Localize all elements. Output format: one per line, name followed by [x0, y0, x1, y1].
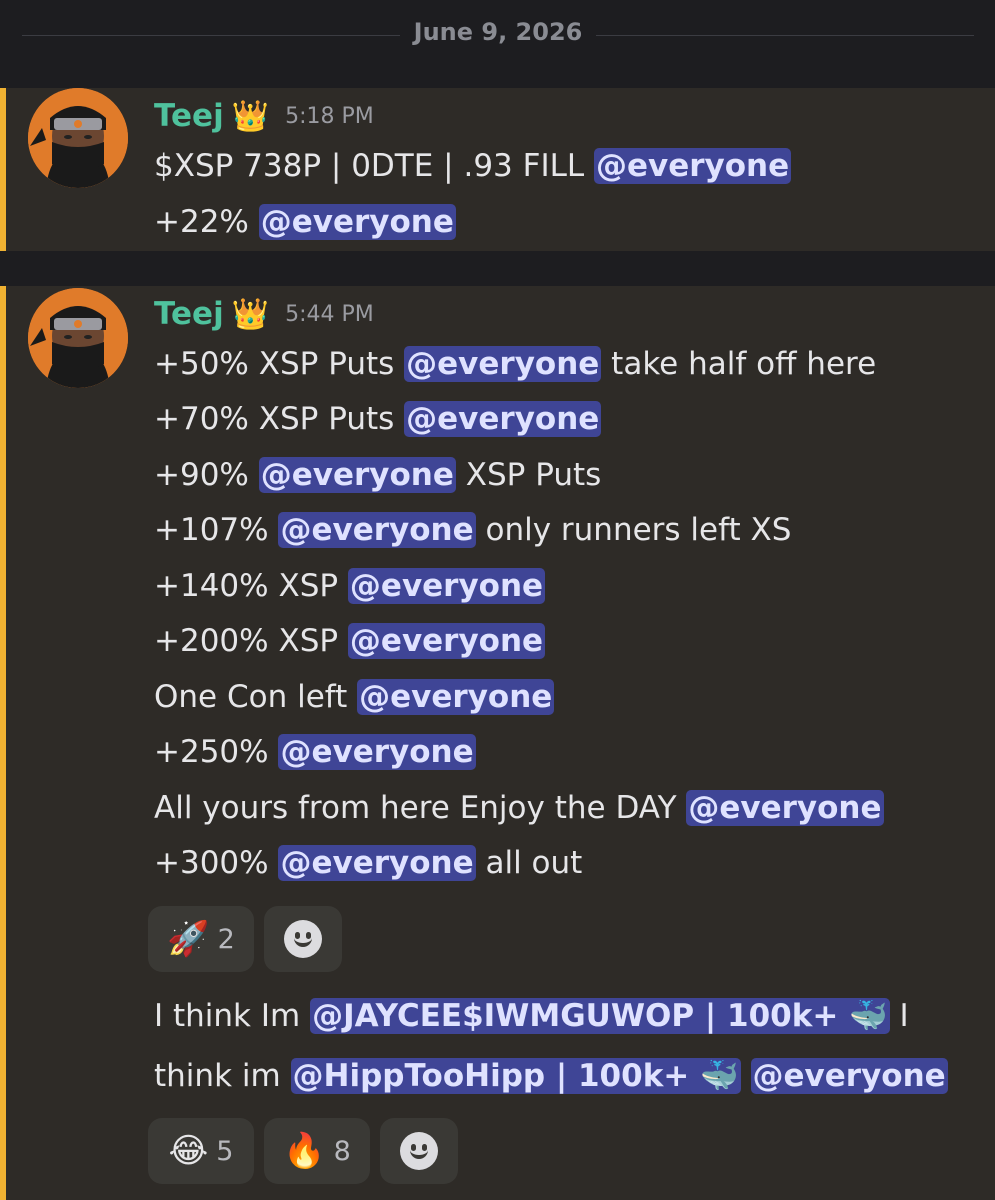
line-text: +90% — [154, 457, 259, 493]
message-line: +107% @everyone only runners left XS — [154, 510, 791, 550]
add-reaction-icon — [284, 920, 322, 958]
line-text: +50% XSP Puts — [154, 346, 405, 382]
message-line: +90% @everyone XSP Puts — [154, 455, 601, 495]
line-text: XSP Puts — [455, 457, 602, 493]
mention[interactable]: @everyone — [347, 623, 546, 659]
laughing-face-icon: 😂 — [168, 1131, 209, 1171]
mention[interactable]: @everyone — [347, 568, 546, 604]
divider-line-left — [22, 35, 400, 36]
line-text: +70% XSP Puts — [154, 401, 405, 437]
fire-icon: 🔥 — [283, 1131, 326, 1171]
reaction-fire[interactable]: 🔥 8 — [264, 1118, 370, 1184]
mention[interactable]: @everyone — [258, 204, 456, 240]
reaction-rocket[interactable]: 🚀 2 — [148, 906, 254, 972]
rocket-icon: 🚀 — [167, 919, 210, 959]
add-reaction-button[interactable] — [380, 1118, 458, 1184]
date-divider: June 9, 2026 — [0, 0, 995, 88]
message-2: Teej 👑 5:44 PM +50% XSP Puts @everyone t… — [0, 286, 995, 1200]
line-text: all out — [475, 845, 583, 881]
add-reaction-button[interactable] — [264, 906, 342, 972]
mention[interactable]: @everyone — [278, 845, 476, 881]
line-text: +22% — [154, 204, 259, 240]
line-text: take half off here — [601, 346, 877, 382]
message-line: +50% XSP Puts @everyone take half off he… — [154, 344, 876, 384]
mention[interactable]: @everyone — [278, 512, 476, 548]
message-1: Teej 👑 5:18 PM $XSP 738P | 0DTE | .93 FI… — [0, 88, 995, 251]
divider-line-right — [596, 35, 974, 36]
mention[interactable]: @everyone — [404, 401, 602, 437]
followup-line-1: I think Im @JAYCEE$IWMGUWOP | 100k+ 🐳 I — [154, 996, 909, 1036]
message-line: One Con left @everyone — [154, 677, 555, 717]
mention[interactable]: @everyone — [404, 346, 602, 382]
avatar[interactable] — [28, 88, 128, 188]
line-text: +200% XSP — [154, 623, 348, 659]
add-reaction-icon — [400, 1132, 438, 1170]
reaction-count: 8 — [333, 1135, 351, 1167]
crown-icon: 👑 — [231, 296, 270, 332]
message-line: $XSP 738P | 0DTE | .93 FILL @everyone — [154, 146, 792, 186]
timestamp: 5:18 PM — [285, 103, 374, 129]
mention-jaycee[interactable]: @JAYCEE$IWMGUWOP | 100k+ 🐳 — [310, 998, 890, 1034]
message-line: +70% XSP Puts @everyone — [154, 399, 602, 439]
message-header: Teej 👑 5:18 PM — [154, 98, 374, 134]
message-line: +300% @everyone all out — [154, 843, 582, 883]
message-header: Teej 👑 5:44 PM — [154, 296, 374, 332]
reaction-count: 2 — [217, 923, 235, 955]
avatar[interactable] — [28, 288, 128, 388]
message-line: All yours from here Enjoy the DAY @every… — [154, 788, 884, 828]
line-text: All yours from here Enjoy the DAY — [154, 790, 687, 826]
avatar-image — [28, 88, 128, 188]
line-text: I — [889, 998, 909, 1034]
line-text: +107% — [154, 512, 279, 548]
mention[interactable]: @everyone — [594, 148, 792, 184]
message-line: +250% @everyone — [154, 732, 476, 772]
timestamp: 5:44 PM — [285, 301, 374, 327]
followup-line-2: think im @HippTooHipp | 100k+ 🐳 @everyon… — [154, 1056, 948, 1096]
line-text: I think Im — [154, 998, 311, 1034]
line-text: +140% XSP — [154, 568, 348, 604]
mention[interactable]: @everyone — [357, 679, 555, 715]
avatar-image — [28, 288, 128, 388]
line-text: $XSP 738P | 0DTE | .93 FILL — [154, 148, 594, 184]
line-text: only runners left XS — [475, 512, 792, 548]
username[interactable]: Teej — [154, 98, 224, 134]
message-line: +140% XSP @everyone — [154, 566, 546, 606]
mention[interactable]: @everyone — [278, 734, 476, 770]
message-line: +200% XSP @everyone — [154, 621, 546, 661]
mention[interactable]: @everyone — [258, 457, 456, 493]
mention[interactable]: @everyone — [750, 1058, 948, 1094]
crown-icon: 👑 — [231, 98, 270, 134]
line-text — [741, 1058, 751, 1094]
line-text: +250% — [154, 734, 279, 770]
line-text: +300% — [154, 845, 279, 881]
username[interactable]: Teej — [154, 296, 224, 332]
line-text: think im — [154, 1058, 291, 1094]
reaction-joy[interactable]: 😂 5 — [148, 1118, 254, 1184]
line-text: One Con left — [154, 679, 358, 715]
message-line: +22% @everyone — [154, 202, 456, 242]
mention[interactable]: @everyone — [686, 790, 884, 826]
divider-date: June 9, 2026 — [413, 18, 583, 46]
mention-hipptoohipp[interactable]: @HippTooHipp | 100k+ 🐳 — [290, 1058, 741, 1094]
reaction-count: 5 — [216, 1135, 234, 1167]
